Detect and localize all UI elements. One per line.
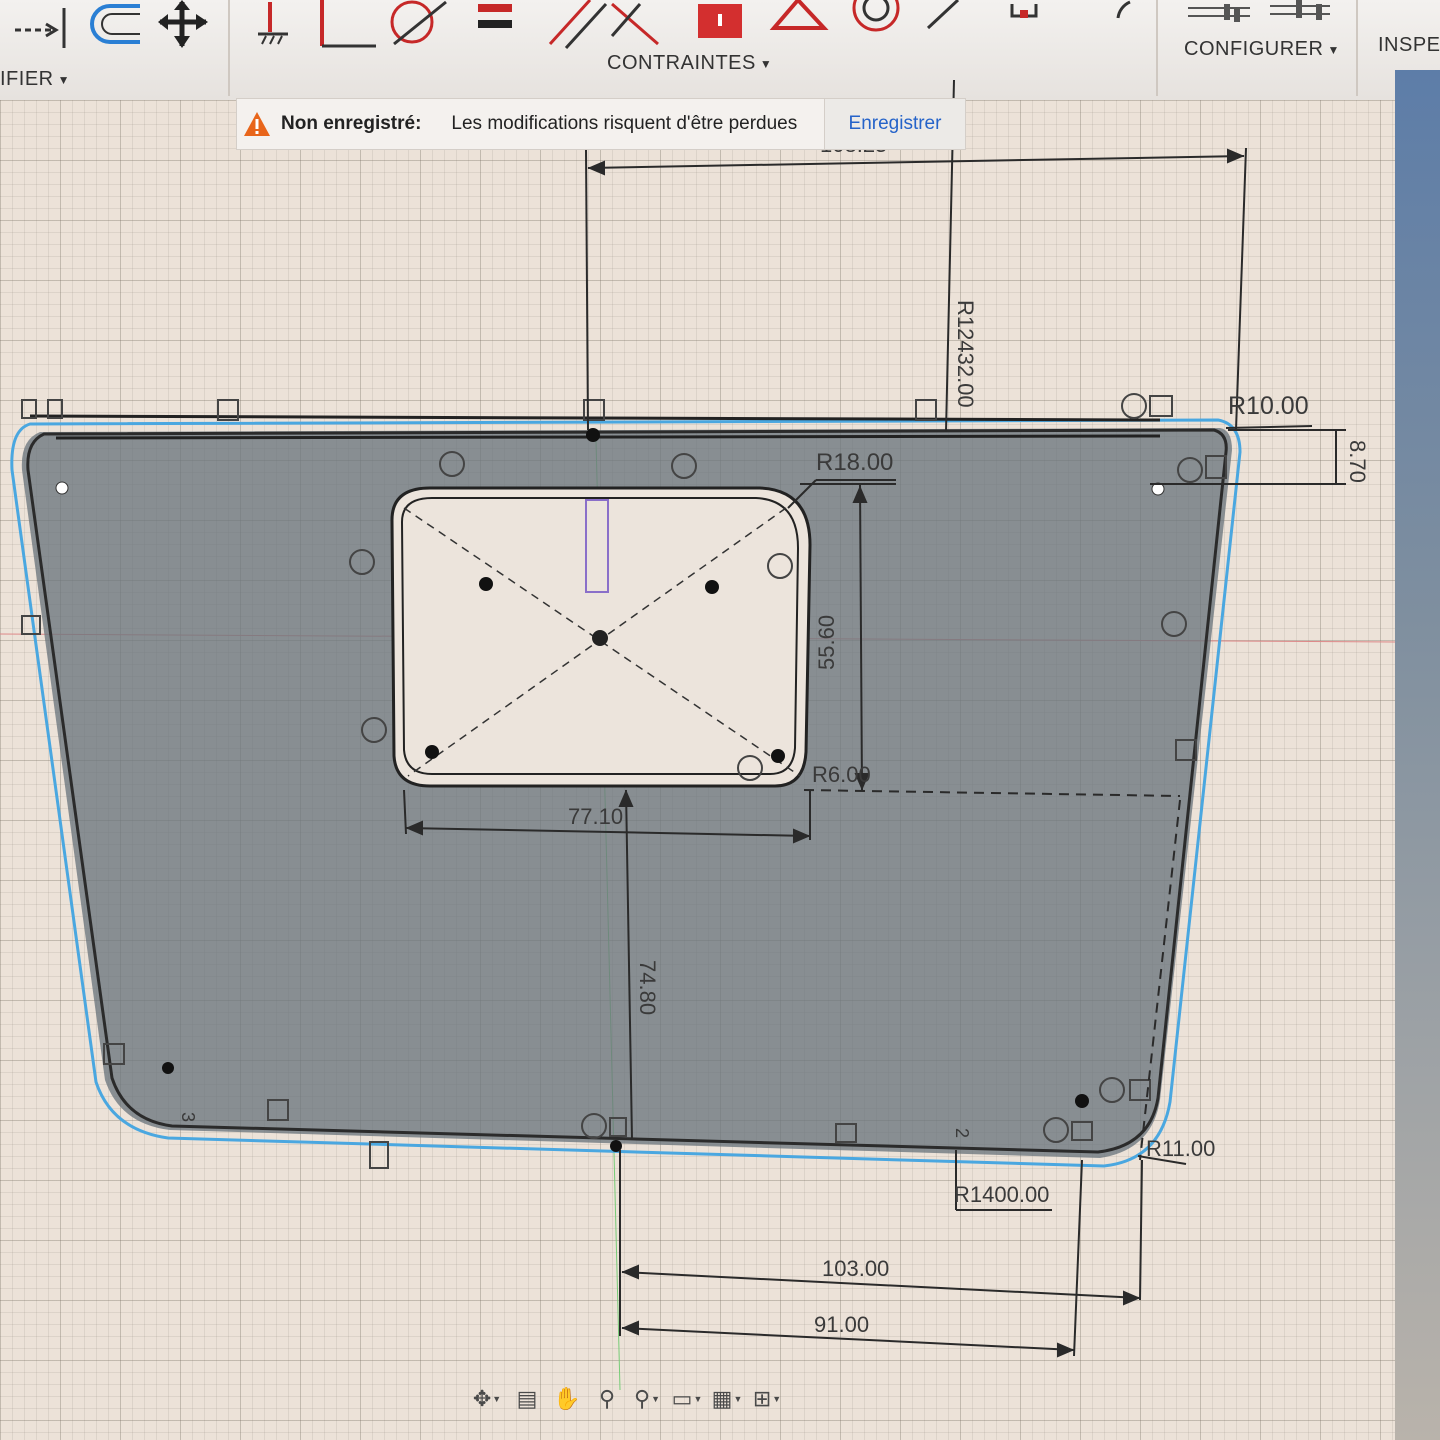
- dim-cutout-height[interactable]: 55.60: [814, 615, 839, 670]
- unsaved-warning-bar: Non enregistré: Les modifications risque…: [236, 98, 966, 150]
- save-button[interactable]: Enregistrer: [824, 99, 965, 149]
- warning-message: Les modifications risquent d'être perdue…: [451, 113, 798, 134]
- warning-title: Non enregistré:: [281, 113, 422, 134]
- dim-bottom-width-outer[interactable]: 103.00: [822, 1256, 889, 1281]
- fit-icon[interactable]: ⚲ ▼: [630, 1382, 664, 1416]
- dim-bottom-left-partial[interactable]: 3: [178, 1112, 198, 1122]
- viewports-icon[interactable]: ⊞ ▼: [750, 1382, 784, 1416]
- zoom-icon[interactable]: ⚲: [590, 1382, 624, 1416]
- dim-cutout-bottom-radius[interactable]: R6.00: [812, 762, 871, 787]
- dim-corner-bottom-radius[interactable]: R11.00: [1146, 1136, 1215, 1161]
- dim-bottom-radius[interactable]: R1400.00: [954, 1182, 1049, 1207]
- dim-corner-top-radius[interactable]: R10.00: [1228, 392, 1309, 420]
- dim-bottom-width-inner[interactable]: 91.00: [814, 1312, 869, 1337]
- grid-icon[interactable]: ▦ ▼: [710, 1382, 744, 1416]
- dim-cutout-radius[interactable]: R18.00: [816, 449, 893, 476]
- dim-bottom-mid-partial[interactable]: 2: [952, 1128, 972, 1138]
- pan-icon[interactable]: ✋: [550, 1382, 584, 1416]
- display-icon[interactable]: ▭ ▼: [670, 1382, 704, 1416]
- top-line-inner: [55, 434, 1161, 440]
- navigation-bar: ✥ ▼ ▤ ✋ ⚲ ⚲ ▼ ▭ ▼ ▦ ▼ ⊞ ▼: [470, 1378, 800, 1420]
- cutout-center-point[interactable]: [592, 630, 608, 646]
- dim-top-offset[interactable]: 8.70: [1345, 440, 1370, 483]
- dim-cutout-vertical[interactable]: 74.80: [635, 960, 660, 1015]
- warning-icon: [244, 112, 270, 136]
- dim-cutout-width[interactable]: 77.10: [568, 804, 623, 829]
- look-at-icon[interactable]: ▤: [510, 1382, 544, 1416]
- dim-big-radius[interactable]: R12432.00: [953, 300, 978, 408]
- sketch-geometry[interactable]: 108.25 R12432.00 R10.00 8.70 R18.00 55.6…: [0, 0, 1440, 1440]
- orbit-icon[interactable]: ✥ ▼: [470, 1382, 504, 1416]
